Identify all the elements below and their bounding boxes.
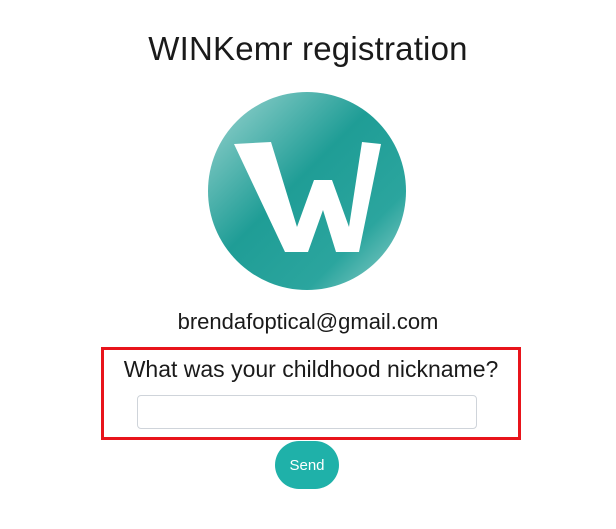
security-answer-input[interactable] — [137, 395, 477, 429]
winkemr-w-logo-icon — [208, 92, 406, 290]
send-button[interactable]: Send — [275, 441, 339, 489]
registration-page: WINKemr registration brendafoptical@gmai… — [0, 0, 616, 529]
security-question-label: What was your childhood nickname? — [123, 356, 499, 382]
account-email: brendafoptical@gmail.com — [177, 309, 439, 334]
page-title: WINKemr registration — [148, 30, 468, 67]
